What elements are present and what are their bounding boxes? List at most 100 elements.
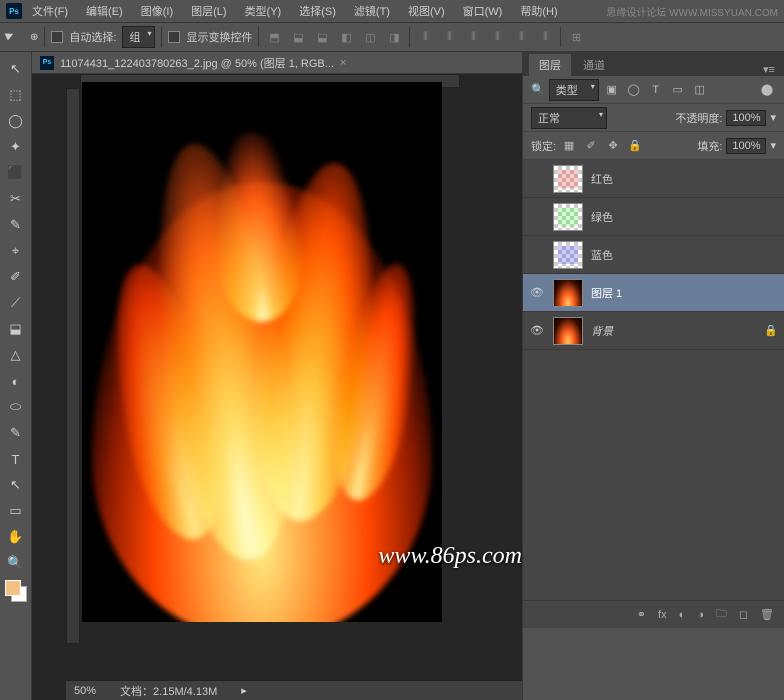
filter-shape-icon[interactable]: ▭	[669, 81, 687, 99]
layer-name[interactable]: 蓝色	[591, 247, 778, 263]
wand-tool[interactable]: ✦	[2, 135, 30, 159]
opacity-chevron-icon[interactable]: ▾	[770, 111, 776, 124]
path-select-tool[interactable]: ↖	[2, 473, 30, 497]
visibility-toggle[interactable]	[529, 210, 545, 224]
crop-tool[interactable]: ⬛	[2, 161, 30, 185]
layer-row[interactable]: 👁 背景 🔒	[523, 312, 784, 350]
lock-all-icon[interactable]: 🔒	[626, 137, 644, 155]
distribute-6-icon[interactable]: ⫴	[536, 28, 554, 46]
shape-tool[interactable]: ▭	[2, 499, 30, 523]
marquee-tool[interactable]: ⬚	[2, 83, 30, 107]
link-layers-icon[interactable]: ⚭	[637, 608, 646, 621]
filter-toggle-icon[interactable]: ⬤	[758, 81, 776, 99]
filter-adjust-icon[interactable]: ◯	[625, 81, 643, 99]
blend-mode-dropdown[interactable]: 正常	[531, 107, 607, 129]
layer-name[interactable]: 绿色	[591, 209, 778, 225]
close-tab-icon[interactable]: ×	[340, 57, 346, 69]
heal-tool[interactable]: ✎	[2, 213, 30, 237]
menu-window[interactable]: 窗口(W)	[455, 0, 511, 22]
menu-help[interactable]: 帮助(H)	[512, 0, 565, 22]
blur-tool[interactable]: ◐	[2, 369, 30, 393]
filter-smart-icon[interactable]: ◫	[691, 81, 709, 99]
layer-name[interactable]: 图层 1	[591, 285, 778, 301]
trash-icon[interactable]: 🗑	[760, 608, 774, 621]
lock-brush-icon[interactable]: ✐	[582, 137, 600, 155]
opacity-value[interactable]: 100%	[726, 110, 766, 126]
history-brush-tool[interactable]: ⟋	[2, 291, 30, 315]
layer-row[interactable]: 蓝色	[523, 236, 784, 274]
layer-row[interactable]: 👁 图层 1	[523, 274, 784, 312]
layer-name[interactable]: 背景	[591, 323, 756, 339]
tool-preset-icon[interactable]: ⊕	[30, 32, 38, 43]
layer-row[interactable]: 绿色	[523, 198, 784, 236]
filter-type-dropdown[interactable]: 类型	[549, 79, 599, 101]
layer-thumbnail[interactable]	[553, 203, 583, 231]
eyedropper-tool[interactable]: ✂	[2, 187, 30, 211]
visibility-toggle[interactable]: 👁	[529, 324, 545, 338]
menu-edit[interactable]: 编辑(E)	[78, 0, 131, 22]
distribute-1-icon[interactable]: ⫴	[416, 28, 434, 46]
layer-thumbnail[interactable]	[553, 165, 583, 193]
align-hcenter-icon[interactable]: ◫	[361, 28, 379, 46]
brush-tool[interactable]: ⌖	[2, 239, 30, 263]
menu-view[interactable]: 视图(V)	[400, 0, 453, 22]
tab-channels[interactable]: 通道	[573, 54, 615, 76]
align-left-icon[interactable]: ◧	[337, 28, 355, 46]
fx-icon[interactable]: fx	[658, 609, 667, 621]
layer-thumbnail[interactable]	[553, 317, 583, 345]
lock-move-icon[interactable]: ✥	[604, 137, 622, 155]
status-menu-icon[interactable]: ▸	[241, 684, 247, 697]
type-tool[interactable]: T	[2, 447, 30, 471]
distribute-3-icon[interactable]: ⫴	[464, 28, 482, 46]
canvas[interactable]	[82, 82, 442, 622]
eraser-tool[interactable]: ⬓	[2, 317, 30, 341]
hand-tool[interactable]: ✋	[2, 525, 30, 549]
align-right-icon[interactable]: ◨	[385, 28, 403, 46]
align-bottom-icon[interactable]: ⬓	[313, 28, 331, 46]
layer-row[interactable]: 红色	[523, 160, 784, 198]
filter-image-icon[interactable]: ▣	[603, 81, 621, 99]
menu-image[interactable]: 图像(I)	[133, 0, 181, 22]
folder-icon[interactable]: 🗀	[716, 605, 727, 624]
foreground-color[interactable]	[5, 580, 21, 596]
distribute-5-icon[interactable]: ⫴	[512, 28, 530, 46]
align-top-icon[interactable]: ⬒	[265, 28, 283, 46]
layer-name[interactable]: 红色	[591, 171, 778, 187]
menu-layer[interactable]: 图层(L)	[183, 0, 234, 22]
auto-select-scope-dropdown[interactable]: 组	[122, 26, 155, 48]
gradient-tool[interactable]: △	[2, 343, 30, 367]
visibility-toggle[interactable]	[529, 172, 545, 186]
distribute-4-icon[interactable]: ⫴	[488, 28, 506, 46]
menu-file[interactable]: 文件(F)	[24, 0, 76, 22]
dodge-tool[interactable]: ⬭	[2, 395, 30, 419]
layer-thumbnail[interactable]	[553, 241, 583, 269]
distribute-2-icon[interactable]: ⫴	[440, 28, 458, 46]
fill-chevron-icon[interactable]: ▾	[770, 139, 776, 152]
zoom-tool[interactable]: 🔍	[2, 551, 30, 575]
arrange-icon[interactable]: ⊞	[567, 28, 585, 46]
filter-text-icon[interactable]: T	[647, 81, 665, 99]
color-swatch[interactable]	[5, 580, 27, 602]
menu-filter[interactable]: 滤镜(T)	[346, 0, 398, 22]
lock-pixels-icon[interactable]: ▦	[560, 137, 578, 155]
align-vcenter-icon[interactable]: ⬓	[289, 28, 307, 46]
show-transform-checkbox[interactable]	[168, 31, 180, 43]
layer-thumbnail[interactable]	[553, 279, 583, 307]
stamp-tool[interactable]: ✐	[2, 265, 30, 289]
document-tab[interactable]: Ps 11074431_122403780263_2.jpg @ 50% (图层…	[32, 52, 522, 74]
fill-value[interactable]: 100%	[726, 138, 766, 154]
lasso-tool[interactable]: ◯	[2, 109, 30, 133]
zoom-level[interactable]: 50%	[74, 685, 96, 697]
visibility-toggle[interactable]	[529, 248, 545, 262]
tab-layers[interactable]: 图层	[529, 54, 571, 76]
auto-select-checkbox[interactable]	[51, 31, 63, 43]
move-tool[interactable]: ↖	[2, 57, 30, 81]
pen-tool[interactable]: ✎	[2, 421, 30, 445]
search-icon[interactable]: 🔍	[531, 83, 545, 96]
new-layer-icon[interactable]: ◻	[739, 608, 748, 621]
visibility-toggle[interactable]: 👁	[529, 286, 545, 300]
mask-icon[interactable]: ◐	[679, 609, 686, 621]
menu-type[interactable]: 类型(Y)	[237, 0, 290, 22]
panel-menu-icon[interactable]: ▾≡	[760, 63, 778, 76]
adjustment-icon[interactable]: ◑	[697, 609, 704, 621]
